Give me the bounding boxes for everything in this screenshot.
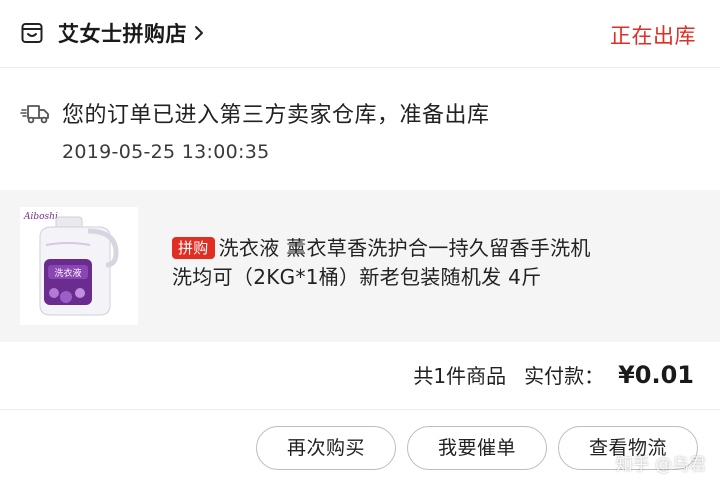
logistics-message: 您的订单已进入第三方卖家仓库，准备出库 bbox=[62, 103, 490, 128]
rebuy-button[interactable]: 再次购买 bbox=[256, 426, 396, 470]
product-title-line1: 洗衣液 薰衣草香洗护合一持久留香手洗机 bbox=[218, 236, 591, 260]
group-buy-tag: 拼购 bbox=[172, 237, 215, 259]
product-item[interactable]: Aiboshi 洗衣液 拼购 洗衣液 薰衣草香洗护合一持久留香手洗机 洗均可（2K… bbox=[0, 190, 720, 342]
order-actions: 再次购买 我要催单 查看物流 bbox=[0, 411, 720, 493]
paid-amount: ¥0.01 bbox=[618, 361, 694, 389]
urge-order-button[interactable]: 我要催单 bbox=[407, 426, 547, 470]
order-card: 艾女士拼购店 正在出库 您的订单已进入第三方卖家仓库，准备出库 2019-05-… bbox=[0, 0, 720, 493]
logistics-info[interactable]: 您的订单已进入第三方卖家仓库，准备出库 2019-05-25 13:00:35 bbox=[0, 69, 720, 187]
watermark: 知乎 @乌君 bbox=[615, 455, 706, 475]
paid-label: 实付款： bbox=[524, 364, 605, 388]
product-thumbnail[interactable]: Aiboshi 洗衣液 bbox=[20, 207, 138, 325]
item-count: 共1件商品 bbox=[413, 364, 507, 388]
store-name: 艾女士拼购店 bbox=[58, 22, 187, 46]
order-summary: 共1件商品 实付款： ¥0.01 bbox=[0, 342, 720, 410]
order-status: 正在出库 bbox=[610, 24, 696, 48]
logistics-time: 2019-05-25 13:00:35 bbox=[62, 141, 270, 163]
product-title: 拼购 洗衣液 薰衣草香洗护合一持久留香手洗机 洗均可（2KG*1桶）新老包装随机发… bbox=[172, 234, 702, 292]
thumb-label: 洗衣液 bbox=[54, 267, 81, 279]
thumb-brand: Aiboshi bbox=[23, 212, 58, 222]
product-title-line2: 洗均可（2KG*1桶）新老包装随机发 4斤 bbox=[172, 265, 542, 289]
chevron-right-icon bbox=[193, 24, 205, 42]
order-header: 艾女士拼购店 正在出库 bbox=[0, 0, 720, 68]
store-link[interactable]: 艾女士拼购店 bbox=[20, 15, 205, 51]
store-icon bbox=[20, 21, 44, 45]
truck-icon bbox=[20, 102, 50, 126]
